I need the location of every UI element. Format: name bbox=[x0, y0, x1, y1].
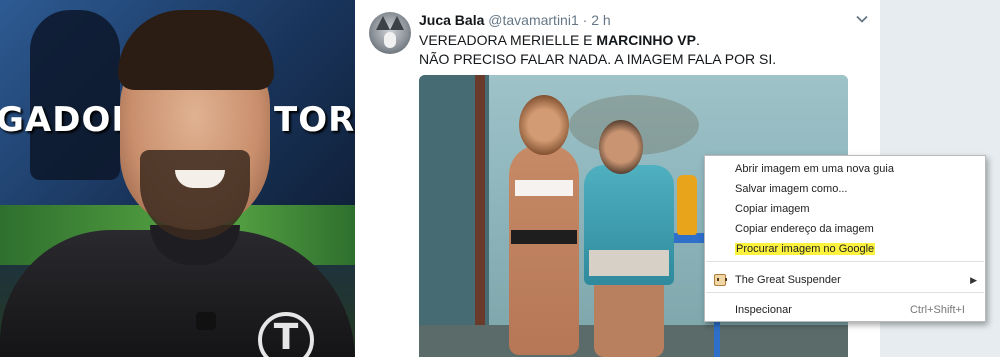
menu-separator bbox=[706, 292, 984, 293]
photo-bottle bbox=[677, 175, 697, 235]
lapel-mic bbox=[196, 312, 216, 330]
menu-item-label: Salvar imagem como... bbox=[735, 183, 848, 195]
avatar-wolf-snout bbox=[384, 32, 396, 48]
presenter-photo: GADORES TORC T bbox=[0, 0, 355, 357]
menu-item-copy-image[interactable]: Copiar imagem bbox=[705, 199, 985, 219]
photo-door-frame bbox=[475, 75, 485, 357]
menu-item-label: Abrir imagem em uma nova guia bbox=[735, 163, 894, 175]
submenu-arrow-icon: ▶ bbox=[970, 275, 977, 285]
menu-separator bbox=[706, 261, 984, 262]
tweet-text: VEREADORA MERIELLE E MARCINHO VP. NÃO PR… bbox=[419, 31, 776, 69]
tweet-text-line-2: NÃO PRECISO FALAR NADA. A IMAGEM FALA PO… bbox=[419, 51, 777, 67]
tweet-timestamp[interactable]: 2 h bbox=[591, 12, 610, 28]
tweet-line1-prefix: VEREADORA MERIELLE E bbox=[419, 32, 597, 48]
photo-woman-skirt bbox=[511, 230, 577, 244]
header-separator: · bbox=[582, 12, 588, 28]
background-silhouette bbox=[30, 10, 120, 180]
context-menu: Abrir imagem em uma nova guia Salvar ima… bbox=[704, 155, 986, 322]
author-name[interactable]: Juca Bala bbox=[419, 12, 484, 28]
tweet-line1-bold: MARCINHO VP bbox=[596, 32, 696, 48]
menu-item-search-image-google[interactable]: Procurar imagem no Google bbox=[705, 239, 985, 259]
tweet-line1-suffix: . bbox=[695, 32, 700, 48]
tweet-header: Juca Bala @tavamartini1 · 2 h bbox=[419, 12, 611, 28]
menu-item-the-great-suspender[interactable]: The Great Suspender ▶ bbox=[705, 270, 985, 290]
photo-woman-head bbox=[519, 95, 569, 155]
photo-man-head bbox=[599, 120, 643, 174]
menu-item-inspect[interactable]: Inspecionar Ctrl+Shift+I bbox=[705, 300, 985, 320]
menu-item-open-image-new-tab[interactable]: Abrir imagem em uma nova guia bbox=[705, 159, 985, 179]
author-handle[interactable]: @tavamartini1 bbox=[488, 12, 578, 28]
menu-item-save-image-as[interactable]: Salvar imagem como... bbox=[705, 179, 985, 199]
tweet-text-line-1: VEREADORA MERIELLE E MARCINHO VP. bbox=[419, 31, 776, 50]
menu-item-label: Copiar endereço da imagem bbox=[735, 223, 874, 235]
banner-text-right: TORC bbox=[274, 100, 355, 140]
avatar-wolf-ear-left bbox=[376, 16, 390, 30]
menu-item-label: Copiar imagem bbox=[735, 203, 810, 215]
menu-item-label: Inspecionar bbox=[735, 304, 792, 316]
menu-item-shortcut: Ctrl+Shift+I bbox=[909, 304, 965, 316]
photo-woman-top bbox=[515, 180, 573, 196]
menu-item-label: The Great Suspender bbox=[735, 274, 841, 286]
menu-item-label-highlighted: Procurar imagem no Google bbox=[735, 243, 876, 255]
photo-woman-body bbox=[509, 145, 579, 355]
avatar-wolf-ear-right bbox=[390, 16, 404, 30]
photo-man-legs bbox=[594, 275, 664, 357]
extension-icon bbox=[714, 274, 727, 286]
menu-item-copy-image-address[interactable]: Copiar endereço da imagem bbox=[705, 219, 985, 239]
chevron-down-icon[interactable] bbox=[855, 12, 869, 26]
photo-man-shorts bbox=[589, 250, 669, 276]
author-avatar[interactable] bbox=[369, 12, 411, 54]
